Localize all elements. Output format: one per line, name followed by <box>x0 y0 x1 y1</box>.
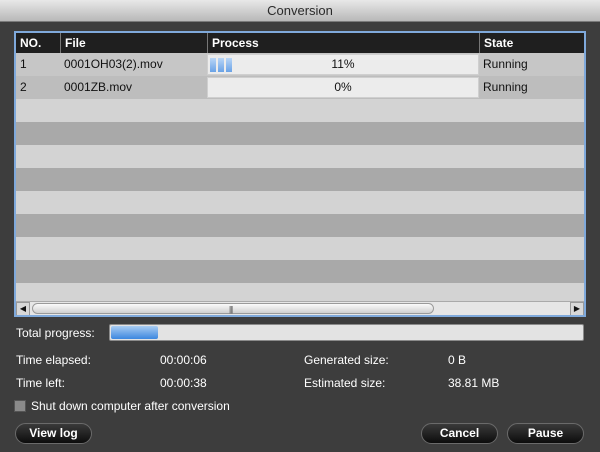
empty-row <box>16 237 584 260</box>
header-process[interactable]: Process <box>207 33 479 53</box>
total-progress-fill <box>111 326 158 339</box>
time-elapsed-label: Time elapsed: <box>16 353 91 367</box>
row-state: Running <box>483 80 528 94</box>
row-state: Running <box>483 57 528 71</box>
row-file-name: 0001ZB.mov <box>64 80 133 94</box>
shutdown-checkbox[interactable] <box>14 400 26 412</box>
conversion-table: NO. File Process State 1 0001OH03(2).mov… <box>14 31 586 317</box>
row-number: 2 <box>20 80 27 94</box>
table-header: NO. File Process State <box>16 33 584 53</box>
estimated-size-label: Estimated size: <box>304 376 386 390</box>
row-progress-text: 0% <box>334 80 352 94</box>
empty-row <box>16 99 584 122</box>
row-progress-bar: 11% <box>207 54 479 75</box>
view-log-button[interactable]: View log <box>15 423 92 444</box>
time-elapsed-value: 00:00:06 <box>160 353 207 367</box>
empty-row <box>16 122 584 145</box>
estimated-size-value: 38.81 MB <box>448 376 500 390</box>
row-progress-text: 11% <box>331 57 355 71</box>
empty-row <box>16 260 584 283</box>
empty-row <box>16 168 584 191</box>
header-state[interactable]: State <box>479 33 584 53</box>
row-file-name: 0001OH03(2).mov <box>64 57 163 71</box>
header-no[interactable]: NO. <box>16 33 60 53</box>
row-progress-bar: 0% <box>207 77 479 98</box>
pause-button[interactable]: Pause <box>507 423 584 444</box>
empty-row <box>16 283 584 301</box>
generated-size-value: 0 B <box>448 353 467 367</box>
empty-row <box>16 145 584 168</box>
window-content: NO. File Process State 1 0001OH03(2).mov… <box>0 22 600 452</box>
total-progress-label: Total progress: <box>16 326 95 340</box>
shutdown-label[interactable]: Shut down computer after conversion <box>31 399 230 413</box>
time-left-value: 00:00:38 <box>160 376 207 390</box>
scrollbar-thumb[interactable]: ||| <box>32 303 434 314</box>
scroll-right-icon[interactable]: ▶ <box>570 302 584 315</box>
header-file[interactable]: File <box>60 33 207 53</box>
row-number: 1 <box>20 57 27 71</box>
table-row[interactable]: 1 0001OH03(2).mov 11% Running <box>16 53 584 76</box>
empty-row <box>16 214 584 237</box>
time-left-label: Time left: <box>16 376 65 390</box>
horizontal-scrollbar[interactable]: ◀ ||| ▶ <box>16 301 584 315</box>
window-title: Conversion <box>0 0 600 22</box>
scroll-left-icon[interactable]: ◀ <box>16 302 30 315</box>
cancel-button[interactable]: Cancel <box>421 423 498 444</box>
conversion-window: Conversion NO. File Process State 1 0001… <box>0 0 600 452</box>
table-body: 1 0001OH03(2).mov 11% Running 2 0001ZB.m… <box>16 53 584 301</box>
table-row[interactable]: 2 0001ZB.mov 0% Running <box>16 76 584 99</box>
total-progress-bar <box>109 324 584 341</box>
empty-row <box>16 191 584 214</box>
generated-size-label: Generated size: <box>304 353 389 367</box>
